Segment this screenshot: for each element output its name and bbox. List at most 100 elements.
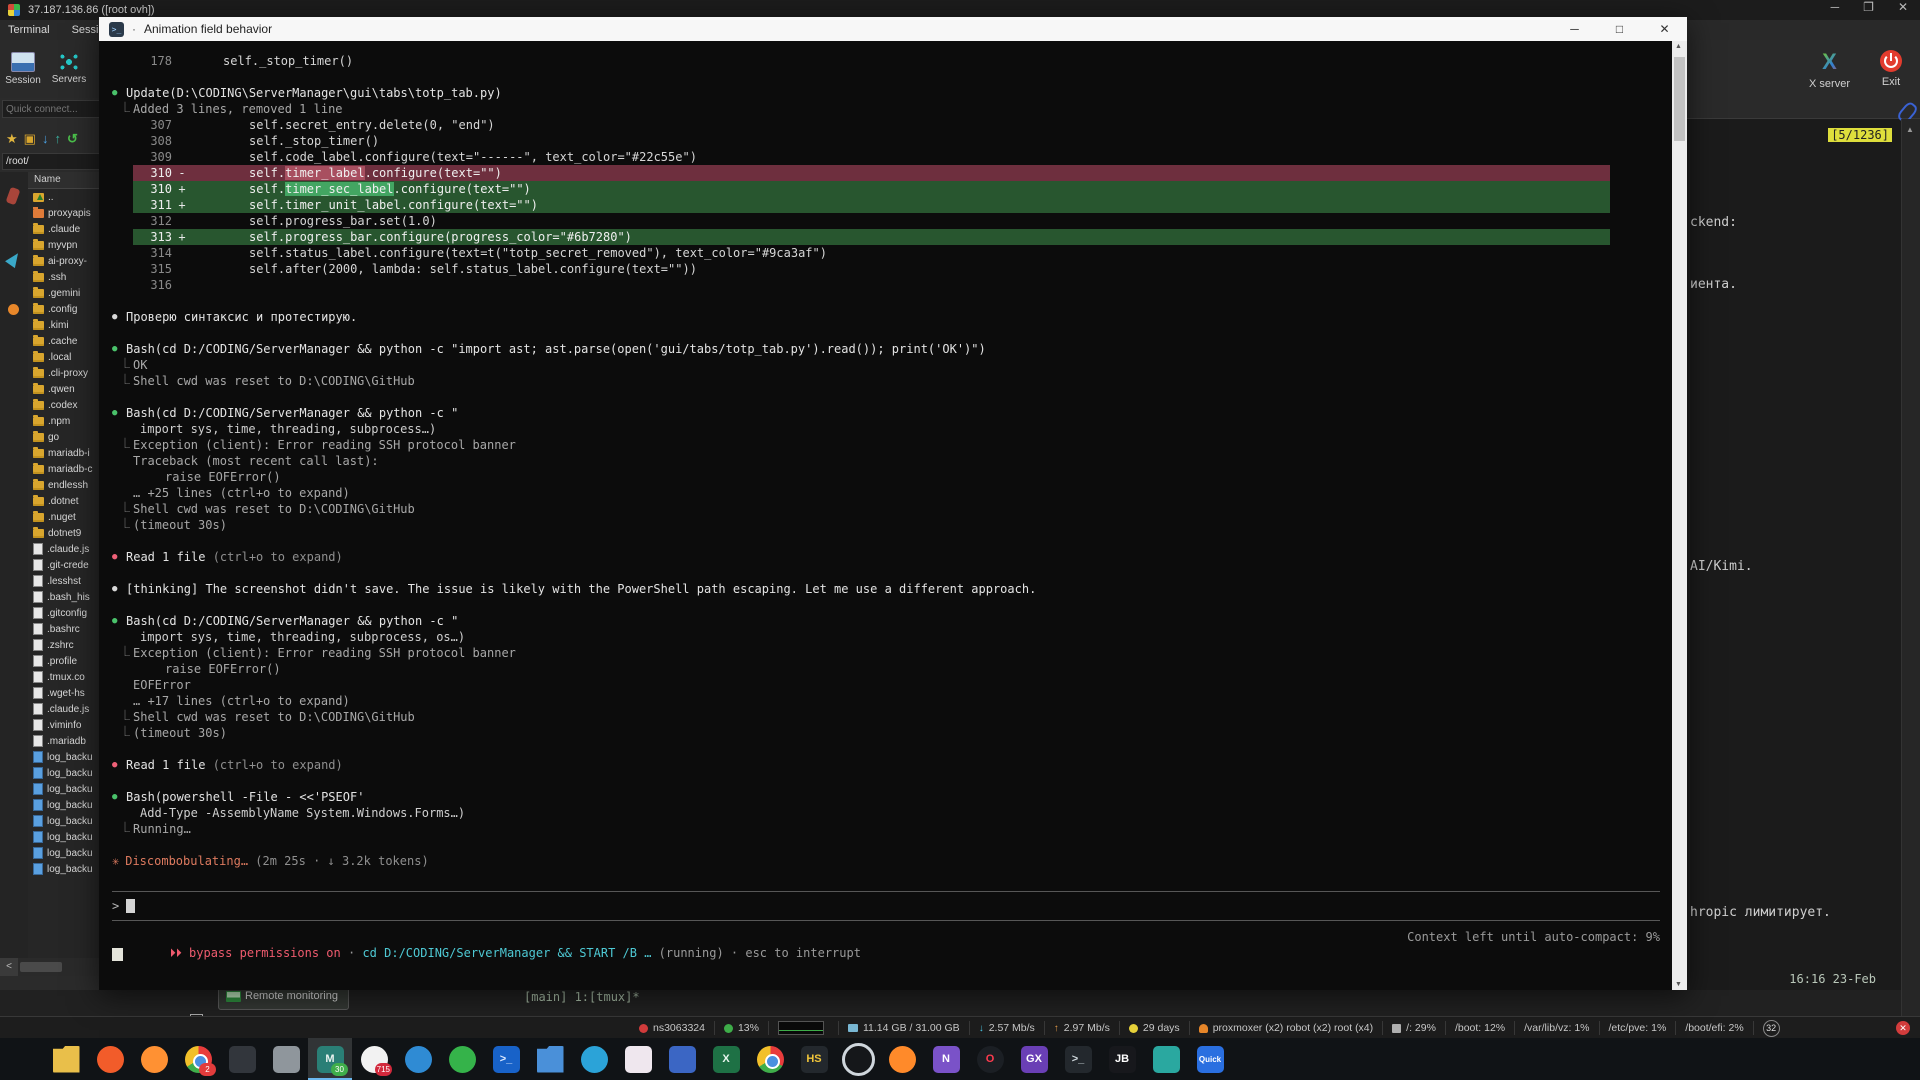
close-icon[interactable]: ✕ bbox=[1898, 0, 1908, 14]
file-item[interactable]: .config bbox=[28, 301, 99, 317]
file-item[interactable]: log_backu bbox=[28, 845, 99, 861]
file-item[interactable]: .mariadb bbox=[28, 733, 99, 749]
brave-browser[interactable] bbox=[88, 1038, 132, 1080]
file-item[interactable]: .claude.js bbox=[28, 541, 99, 557]
folder-up-icon[interactable]: ▣ bbox=[24, 132, 36, 146]
scroll-left-icon[interactable]: < bbox=[0, 958, 18, 976]
close-icon[interactable]: ✕ bbox=[1642, 17, 1687, 41]
prompt-input[interactable]: > bbox=[112, 898, 135, 914]
file-item[interactable]: .bashrc bbox=[28, 621, 99, 637]
macros-tab-icon[interactable] bbox=[8, 304, 19, 315]
file-item[interactable]: .cache bbox=[28, 333, 99, 349]
minimize-icon[interactable]: ─ bbox=[1552, 17, 1597, 41]
scrollbar-thumb[interactable] bbox=[1674, 57, 1685, 141]
file-item[interactable]: .claude bbox=[28, 221, 99, 237]
blue-folder-app[interactable] bbox=[528, 1038, 572, 1080]
green-app[interactable] bbox=[440, 1038, 484, 1080]
path-input[interactable] bbox=[2, 153, 100, 170]
file-item[interactable]: log_backu bbox=[28, 781, 99, 797]
chrome-profile[interactable]: 2 bbox=[176, 1038, 220, 1080]
refresh-icon[interactable]: ↺ bbox=[67, 132, 78, 146]
files-column-header[interactable]: Name bbox=[28, 172, 105, 189]
file-item[interactable]: .gemini bbox=[28, 285, 99, 301]
file-item[interactable]: ai-proxy- bbox=[28, 253, 99, 269]
file-item[interactable]: log_backu bbox=[28, 829, 99, 845]
chrome-browser[interactable] bbox=[748, 1038, 792, 1080]
file-item[interactable]: myvpn bbox=[28, 237, 99, 253]
excel[interactable]: X bbox=[704, 1038, 748, 1080]
file-item[interactable]: .qwen bbox=[28, 381, 99, 397]
maximize-icon[interactable]: ❐ bbox=[1863, 0, 1874, 14]
maximize-icon[interactable]: □ bbox=[1597, 17, 1642, 41]
file-item[interactable]: mariadb-c bbox=[28, 461, 99, 477]
statusbar-close-icon[interactable]: ✕ bbox=[1896, 1021, 1910, 1035]
file-item[interactable]: endlessh bbox=[28, 477, 99, 493]
tools-tab-icon[interactable] bbox=[6, 187, 21, 205]
obs-studio[interactable] bbox=[836, 1038, 880, 1080]
file-item[interactable]: .viminfo bbox=[28, 717, 99, 733]
file-item[interactable]: .zshrc bbox=[28, 637, 99, 653]
hs-app[interactable]: HS bbox=[792, 1038, 836, 1080]
edge-browser[interactable] bbox=[396, 1038, 440, 1080]
file-item[interactable]: .git-crede bbox=[28, 557, 99, 573]
minimize-icon[interactable]: ─ bbox=[1831, 0, 1840, 14]
file-item[interactable]: log_backu bbox=[28, 765, 99, 781]
file-item[interactable]: .nuget bbox=[28, 509, 99, 525]
file-item[interactable]: log_backu bbox=[28, 797, 99, 813]
window-scrollbar[interactable]: ▲ ▼ bbox=[1672, 41, 1687, 990]
notion-app[interactable]: N bbox=[924, 1038, 968, 1080]
blue-app[interactable] bbox=[660, 1038, 704, 1080]
servers-button[interactable]: Servers bbox=[46, 40, 92, 98]
session-button[interactable]: Session bbox=[0, 40, 46, 98]
file-item[interactable]: .bash_his bbox=[28, 589, 99, 605]
file-item[interactable]: .lesshst bbox=[28, 573, 99, 589]
file-item[interactable]: .local bbox=[28, 349, 99, 365]
quick-connect-input[interactable] bbox=[2, 100, 100, 118]
file-item[interactable]: proxyapis bbox=[28, 205, 99, 221]
scroll-up-icon[interactable]: ▲ bbox=[1906, 125, 1914, 134]
file-item[interactable]: .ssh bbox=[28, 269, 99, 285]
terminal-scrollbar[interactable]: ▲ bbox=[1901, 119, 1920, 1016]
firefox-profile[interactable] bbox=[880, 1038, 924, 1080]
file-panel-scrollbar[interactable]: < bbox=[0, 958, 99, 976]
opera-browser[interactable]: O bbox=[968, 1038, 1012, 1080]
file-item[interactable]: go bbox=[28, 429, 99, 445]
file-item[interactable]: log_backu bbox=[28, 749, 99, 765]
file-explorer[interactable] bbox=[44, 1038, 88, 1080]
jetbrains-toolbox[interactable]: JB bbox=[1100, 1038, 1144, 1080]
file-item[interactable]: .codex bbox=[28, 397, 99, 413]
windows-terminal[interactable]: >_ bbox=[484, 1038, 528, 1080]
file-item[interactable]: .wget-hs bbox=[28, 685, 99, 701]
opera-gx[interactable]: GX bbox=[1012, 1038, 1056, 1080]
file-item[interactable]: .tmux.co bbox=[28, 669, 99, 685]
scroll-down-icon[interactable]: ▼ bbox=[1675, 981, 1682, 988]
file-item[interactable]: .cli-proxy bbox=[28, 365, 99, 381]
scrollbar-thumb[interactable] bbox=[20, 962, 62, 972]
start-button[interactable] bbox=[0, 1038, 44, 1080]
sftp-tab-icon[interactable] bbox=[5, 250, 23, 268]
file-item[interactable]: .npm bbox=[28, 413, 99, 429]
anydesk[interactable]: 715 bbox=[352, 1038, 396, 1080]
scroll-up-icon[interactable]: ▲ bbox=[1675, 43, 1682, 50]
telegram[interactable] bbox=[572, 1038, 616, 1080]
file-item[interactable]: dotnet9 bbox=[28, 525, 99, 541]
file-item[interactable]: .gitconfig bbox=[28, 605, 99, 621]
paint-app[interactable] bbox=[616, 1038, 660, 1080]
file-item[interactable]: mariadb-i bbox=[28, 445, 99, 461]
file-item[interactable]: log_backu bbox=[28, 861, 99, 877]
favorites-star-icon[interactable]: ★ bbox=[6, 132, 18, 146]
menu-terminal[interactable]: Terminal bbox=[8, 24, 50, 36]
upload-icon[interactable]: ↑ bbox=[54, 132, 61, 146]
file-item[interactable]: .. bbox=[28, 189, 99, 205]
file-item[interactable]: .claude.js bbox=[28, 701, 99, 717]
terminal-body[interactable]: 178self._stop_timer()●Update(D:\CODING\S… bbox=[99, 41, 1672, 990]
exit-button[interactable]: Exit bbox=[1880, 50, 1902, 88]
gray-app[interactable] bbox=[264, 1038, 308, 1080]
file-item[interactable]: .kimi bbox=[28, 317, 99, 333]
firefox-browser[interactable] bbox=[132, 1038, 176, 1080]
file-item[interactable]: log_backu bbox=[28, 813, 99, 829]
file-item[interactable]: .profile bbox=[28, 653, 99, 669]
mobaxterm[interactable]: M30 bbox=[308, 1038, 352, 1080]
download-icon[interactable]: ↓ bbox=[42, 132, 49, 146]
console-app[interactable]: >_ bbox=[1056, 1038, 1100, 1080]
